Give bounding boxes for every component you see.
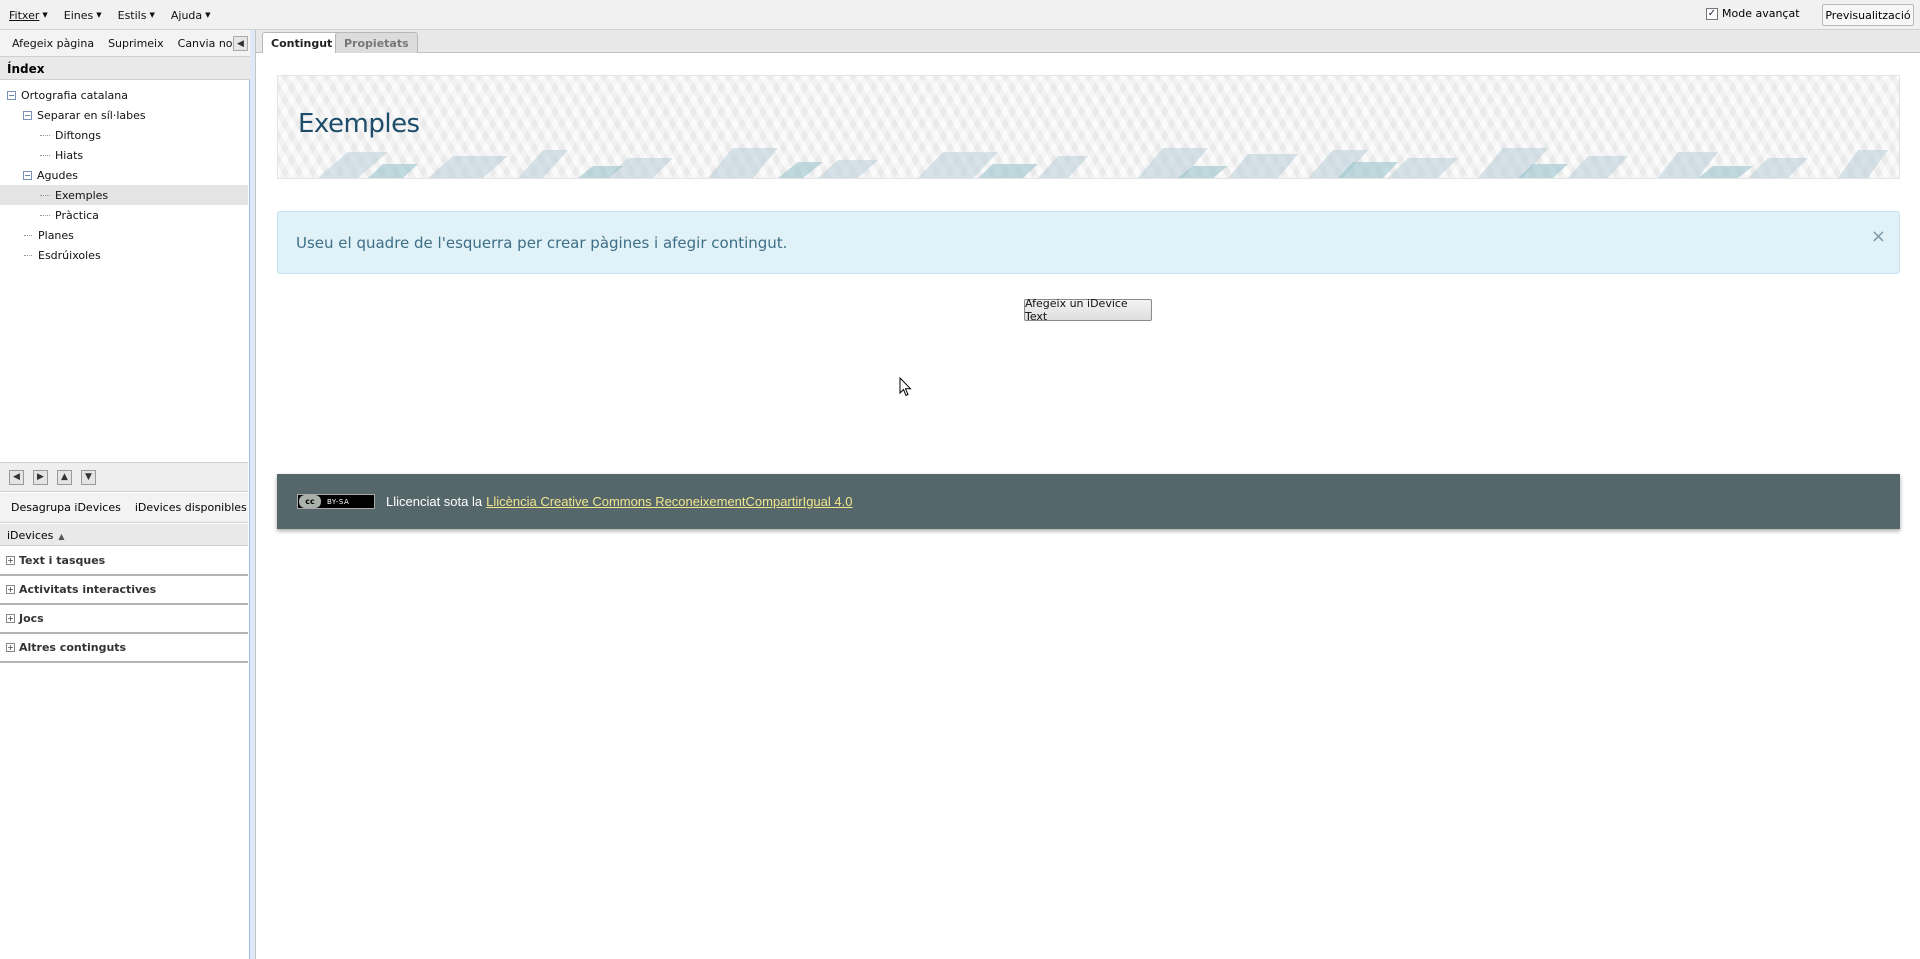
sort-asc-icon: ▲: [58, 532, 65, 541]
tree-connector: [40, 154, 50, 156]
menu-bar: Fitxer ▼ Eines ▼ Estils ▼ Ajuda ▼ ✓ Mode ava…: [0, 0, 1920, 30]
page-preview: Exemples Useu el quadre de l'esquerra pe…: [256, 54, 1920, 959]
expand-icon[interactable]: +: [6, 614, 15, 623]
page-toolbar: Afegeix pàgina Suprimeix Canvia nom ◀: [0, 30, 250, 57]
close-icon[interactable]: ×: [1871, 226, 1886, 247]
category-label: Text i tasques: [19, 554, 106, 567]
main-menu: Fitxer ▼ Eines ▼ Estils ▼ Ajuda ▼: [6, 0, 224, 30]
license-footer: cc BY-SA Llicenciat sota la Llicència Cr…: [277, 474, 1900, 529]
idevices-header-label: iDevices: [7, 529, 54, 542]
move-up-icon[interactable]: ▲: [57, 469, 72, 485]
tab-contingut[interactable]: Contingut: [262, 32, 342, 53]
advanced-mode-toggle[interactable]: ✓ Mode avançat: [1706, 7, 1800, 20]
tree-node-ortografia-catalana[interactable]: − Ortografia catalana: [0, 85, 248, 105]
banner-decoration: [318, 148, 1888, 178]
move-right-icon[interactable]: ▶: [33, 469, 48, 485]
cc-badge-right: BY-SA: [327, 497, 350, 506]
idevice-category-other[interactable]: + Altres continguts: [0, 634, 248, 663]
move-down-icon[interactable]: ▼: [81, 469, 96, 485]
tree-node-label: Planes: [38, 228, 74, 242]
menu-estils-label: Estils: [117, 8, 147, 22]
expand-icon[interactable]: +: [6, 556, 15, 565]
menu-ajuda[interactable]: Ajuda ▼: [168, 9, 218, 22]
tree-node-label: Ortografia catalana: [21, 88, 128, 102]
menu-ajuda-label: Ajuda: [170, 8, 203, 22]
content-area: Contingut Propietats Exemples Useu el qu…: [255, 30, 1920, 959]
tree-node-label: Diftongs: [55, 128, 101, 142]
idevice-category-interactive[interactable]: + Activitats interactives: [0, 576, 248, 605]
tab-propietats[interactable]: Propietats: [335, 32, 418, 53]
advanced-mode-label: Mode avançat: [1722, 7, 1800, 20]
page-title: Exemples: [298, 109, 420, 139]
license-prefix: Llicenciat sota la: [386, 494, 483, 509]
tree-node-exemples[interactable]: Exemples: [0, 185, 248, 205]
tree-connector: [40, 194, 50, 196]
tree-node-practica[interactable]: Pràctica: [0, 205, 248, 225]
preview-button[interactable]: Previsualització: [1822, 4, 1914, 26]
info-alert: Useu el quadre de l'esquerra per crear p…: [277, 211, 1900, 274]
mouse-cursor-icon: [899, 377, 912, 397]
chevron-down-icon: ▼: [149, 11, 155, 19]
category-label: Jocs: [19, 612, 44, 625]
cc-badge-left: cc: [299, 495, 321, 508]
tree-node-label: Pràctica: [55, 208, 99, 222]
tree-node-esdruixoles[interactable]: Esdrúixoles: [0, 245, 248, 265]
tree-node-agudes[interactable]: − Agudes: [0, 165, 248, 185]
tree-connector: [40, 214, 50, 216]
page-tree: − Ortografia catalana − Separar en síl·l…: [0, 81, 248, 489]
category-label: Activitats interactives: [19, 583, 157, 596]
tree-connector: [40, 134, 50, 136]
tree-node-label: Hiats: [55, 148, 84, 162]
add-page-button[interactable]: Afegeix pàgina: [5, 37, 101, 50]
category-label: Altres continguts: [19, 641, 127, 654]
license-link[interactable]: Llicència Creative Commons Reconeixement…: [486, 494, 852, 509]
menu-fitxer-label: Fitxer: [9, 8, 40, 22]
idevices-header[interactable]: iDevices ▲: [0, 524, 248, 546]
chevron-down-icon: ▼: [42, 11, 48, 19]
add-idevice-text-button[interactable]: Afegeix un iDevice Text: [1024, 297, 1152, 323]
tree-node-separar[interactable]: − Separar en síl·labes: [0, 105, 248, 125]
chevron-down-icon: ▼: [205, 11, 211, 19]
tree-nav-bar: ◀ ▶ ▲ ▼: [0, 462, 248, 492]
index-header: Índex: [0, 57, 250, 80]
collapse-icon[interactable]: −: [23, 170, 32, 180]
tree-node-diftongs[interactable]: Diftongs: [0, 125, 248, 145]
advanced-mode-checkbox[interactable]: ✓: [1706, 7, 1718, 20]
menu-estils[interactable]: Estils ▼: [115, 9, 162, 22]
collapse-icon[interactable]: −: [23, 110, 32, 120]
tree-node-label: Separar en síl·labes: [37, 108, 146, 122]
menu-eines[interactable]: Eines ▼: [61, 9, 109, 22]
tree-node-label: Esdrúixoles: [38, 248, 101, 262]
collapse-icon[interactable]: −: [7, 90, 16, 100]
cc-by-sa-badge[interactable]: cc BY-SA: [297, 494, 375, 509]
move-left-icon[interactable]: ◀: [9, 469, 24, 485]
available-idevices-button[interactable]: iDevices disponibles: [128, 501, 254, 514]
delete-page-button[interactable]: Suprimeix: [101, 37, 171, 50]
tree-node-label: Exemples: [55, 188, 109, 202]
tree-node-label: Agudes: [37, 168, 78, 182]
idevices-toolbar: Desagrupa iDevices iDevices disponibles: [0, 493, 248, 523]
tree-node-hiats[interactable]: Hiats: [0, 145, 248, 165]
tree-node-planes[interactable]: Planes: [0, 225, 248, 245]
content-tabs: Contingut Propietats: [256, 30, 1920, 53]
collapse-panel-icon[interactable]: ◀: [233, 36, 248, 51]
tree-connector: [24, 234, 32, 236]
tree-connector: [24, 254, 32, 256]
left-panel: Afegeix pàgina Suprimeix Canvia nom ◀ Ín…: [0, 30, 250, 959]
alert-text: Useu el quadre de l'esquerra per crear p…: [296, 233, 788, 252]
expand-icon[interactable]: +: [6, 585, 15, 594]
idevice-category-games[interactable]: + Jocs: [0, 605, 248, 634]
menu-fitxer[interactable]: Fitxer ▼: [6, 9, 55, 22]
page-header-banner: Exemples: [277, 75, 1900, 179]
ungroup-idevices-button[interactable]: Desagrupa iDevices: [4, 501, 128, 514]
expand-icon[interactable]: +: [6, 643, 15, 652]
menu-eines-label: Eines: [63, 8, 94, 22]
chevron-down-icon: ▼: [96, 11, 102, 19]
idevice-category-text[interactable]: + Text i tasques: [0, 547, 248, 576]
